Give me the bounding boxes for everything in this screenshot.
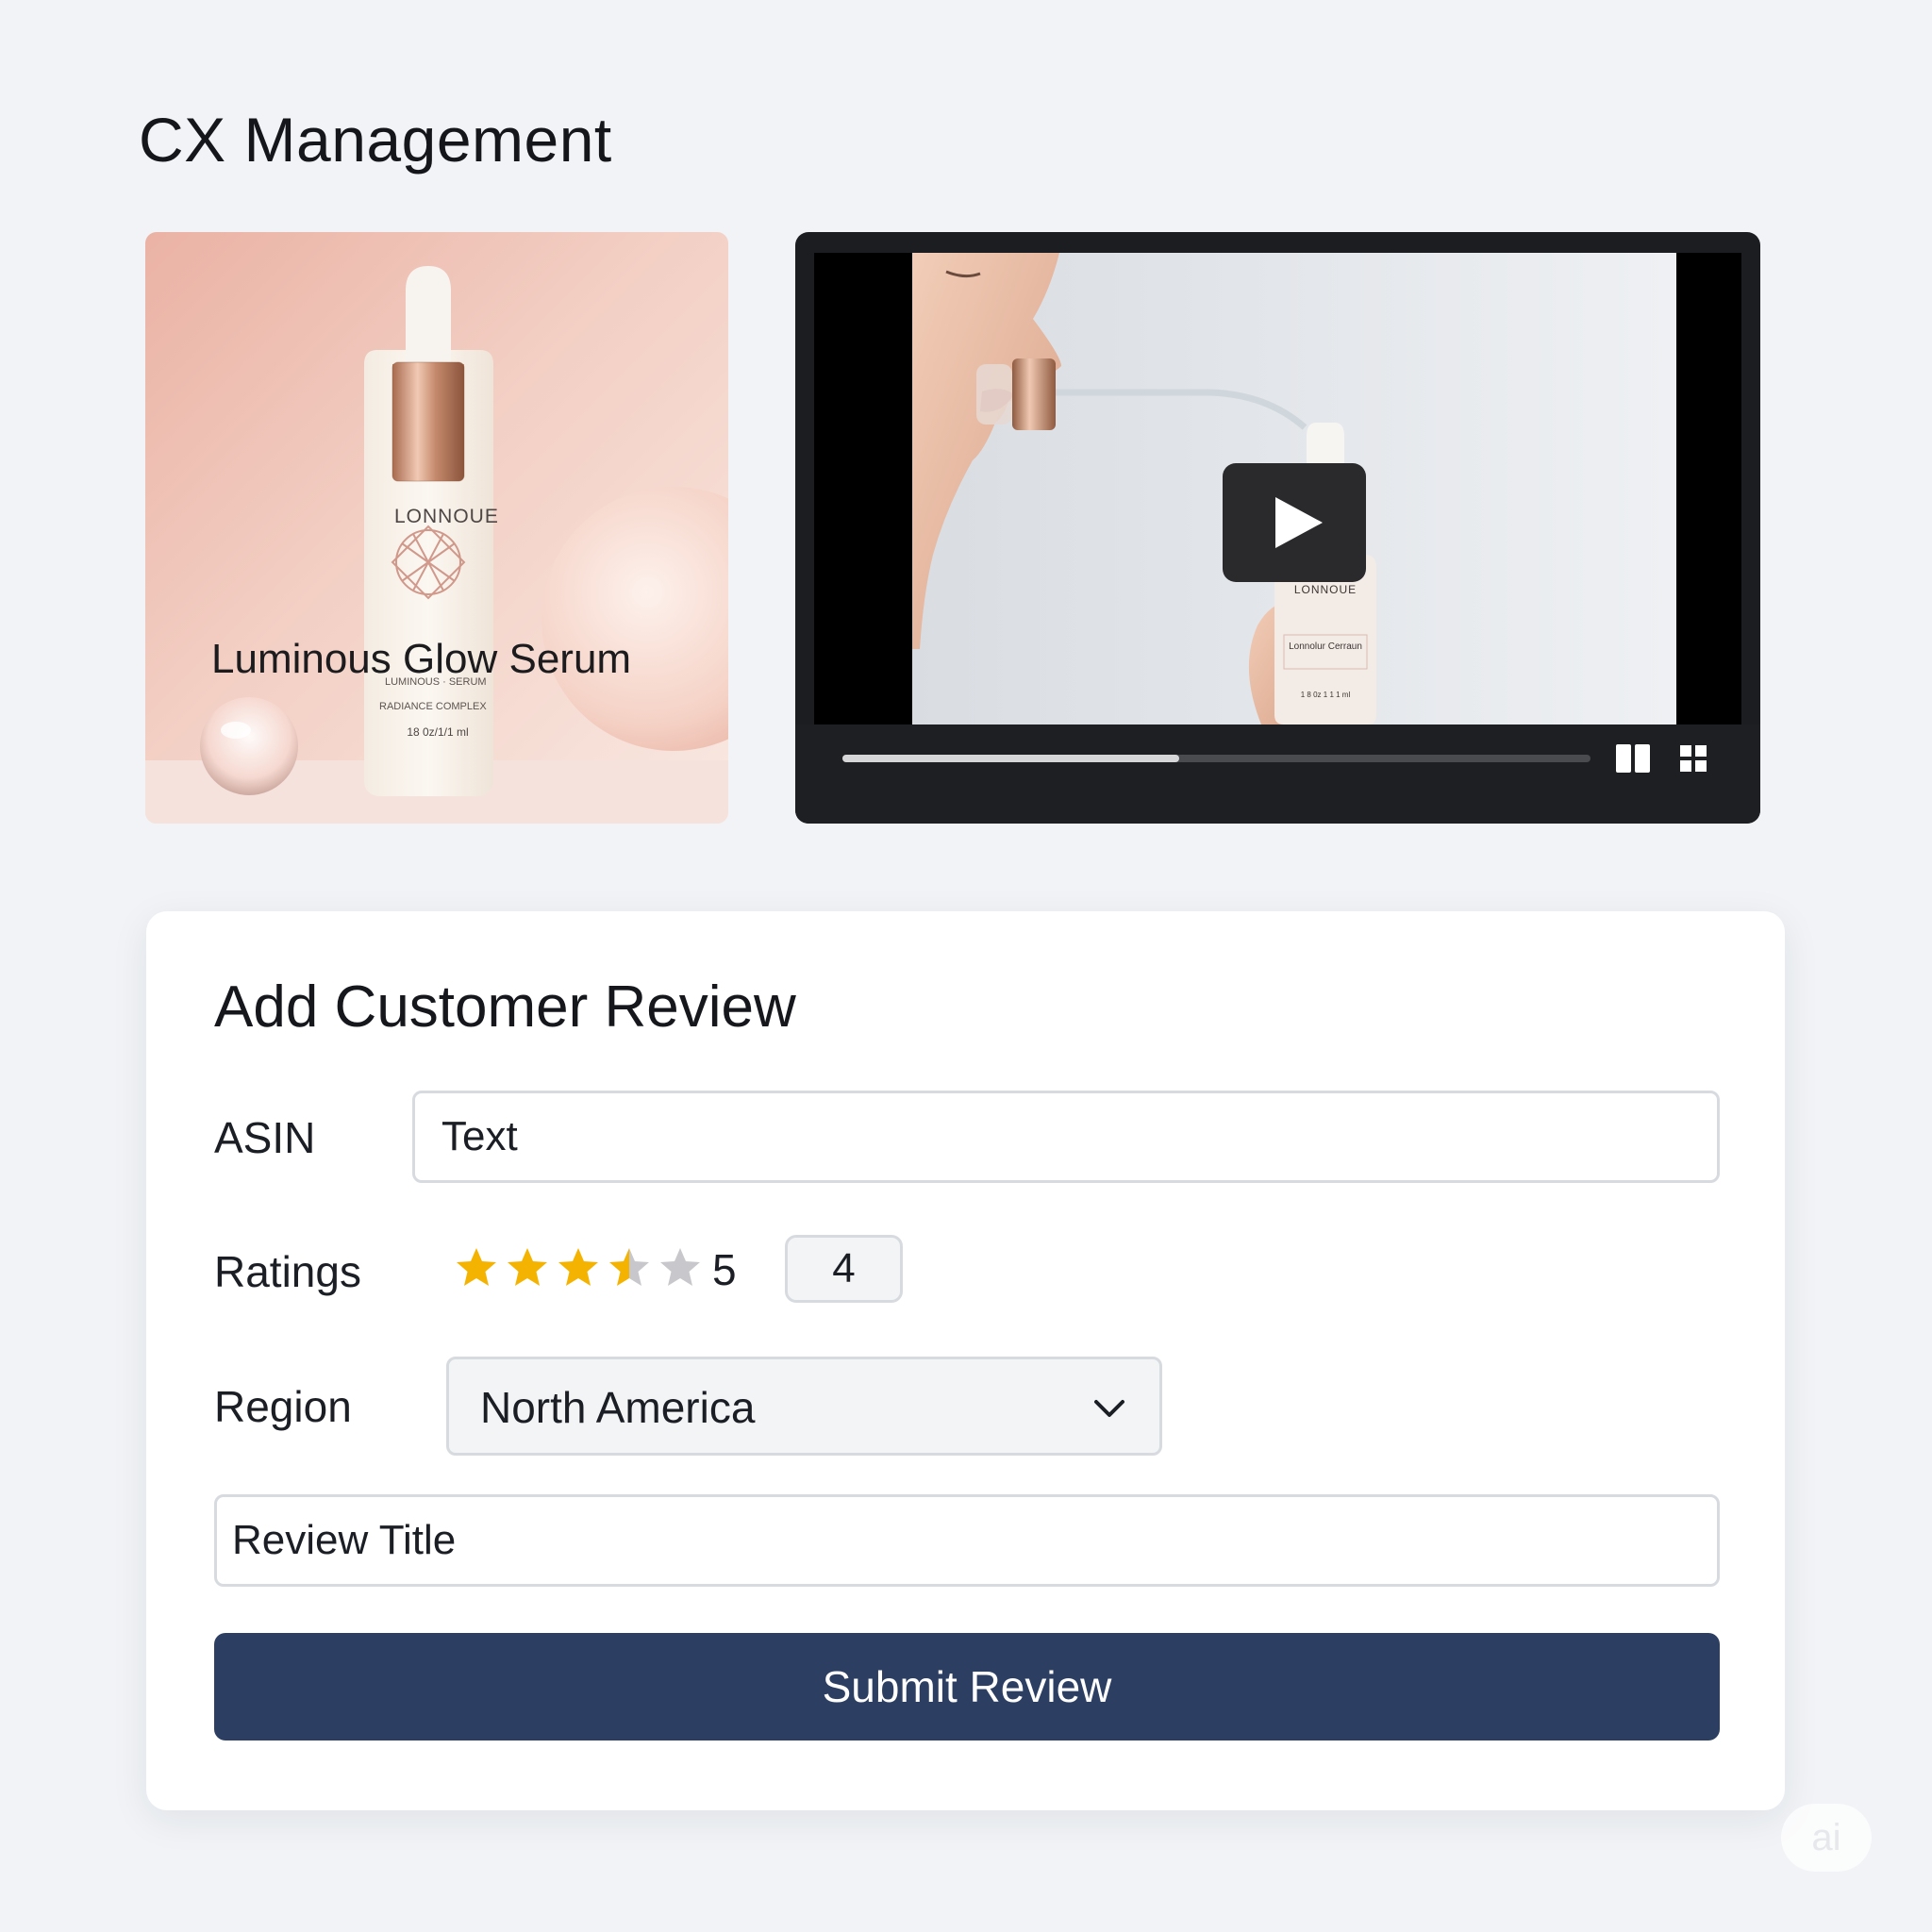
play-icon	[1275, 497, 1323, 548]
review-form-card: Add Customer Review ASIN Ratings 5 4 Reg…	[146, 911, 1785, 1810]
product-name: Luminous Glow Serum	[211, 636, 632, 682]
star-icon[interactable]	[556, 1245, 601, 1291]
star-icon[interactable]	[658, 1245, 703, 1291]
region-selected-value: North America	[480, 1383, 756, 1432]
chevron-down-icon	[1094, 1400, 1124, 1417]
star-icon[interactable]	[454, 1245, 499, 1291]
star-icon[interactable]	[505, 1245, 550, 1291]
video-progress-fill	[842, 755, 1179, 762]
grid-icon[interactable]	[1674, 740, 1712, 777]
submit-review-button[interactable]: Submit Review	[214, 1633, 1720, 1740]
star-icon[interactable]	[607, 1245, 652, 1291]
split-view-icon[interactable]	[1614, 740, 1652, 777]
ratings-label: Ratings	[214, 1247, 361, 1296]
video-controls-bar	[795, 724, 1760, 824]
product-image-card: LUMINOUS · SERUM RADIANCE COMPLEX LONNOU…	[145, 232, 728, 824]
review-title-input[interactable]	[214, 1494, 1720, 1587]
region-select[interactable]: North America	[446, 1357, 1162, 1456]
play-button[interactable]	[1223, 463, 1366, 582]
video-bottle-volume: 1 8 0z 1 1 1 ml	[1300, 691, 1351, 699]
bottle-brand: LONNOUE	[394, 506, 499, 527]
form-title: Add Customer Review	[214, 974, 796, 1040]
page-title: CX Management	[139, 105, 612, 175]
asin-label: ASIN	[214, 1113, 316, 1162]
bottle-volume: 18 0z/1/1 ml	[407, 725, 469, 739]
video-bottle-label: Lonnolur Cerraun	[1289, 641, 1362, 652]
video-player[interactable]: LONNOUE Lonnolur Cerraun 1 8 0z 1 1 1 ml	[795, 232, 1760, 824]
svg-text:RADIANCE COMPLEX: RADIANCE COMPLEX	[379, 701, 487, 712]
asin-input[interactable]	[412, 1091, 1720, 1183]
video-bottle-brand: LONNOUE	[1293, 583, 1357, 596]
video-frame: LONNOUE Lonnolur Cerraun 1 8 0z 1 1 1 ml	[814, 253, 1741, 724]
video-progress-bar[interactable]	[842, 755, 1591, 762]
region-label: Region	[214, 1382, 352, 1431]
rating-value-box[interactable]: 4	[785, 1235, 903, 1303]
ai-watermark-badge: ai	[1781, 1804, 1872, 1872]
rating-max: 5	[712, 1245, 737, 1294]
